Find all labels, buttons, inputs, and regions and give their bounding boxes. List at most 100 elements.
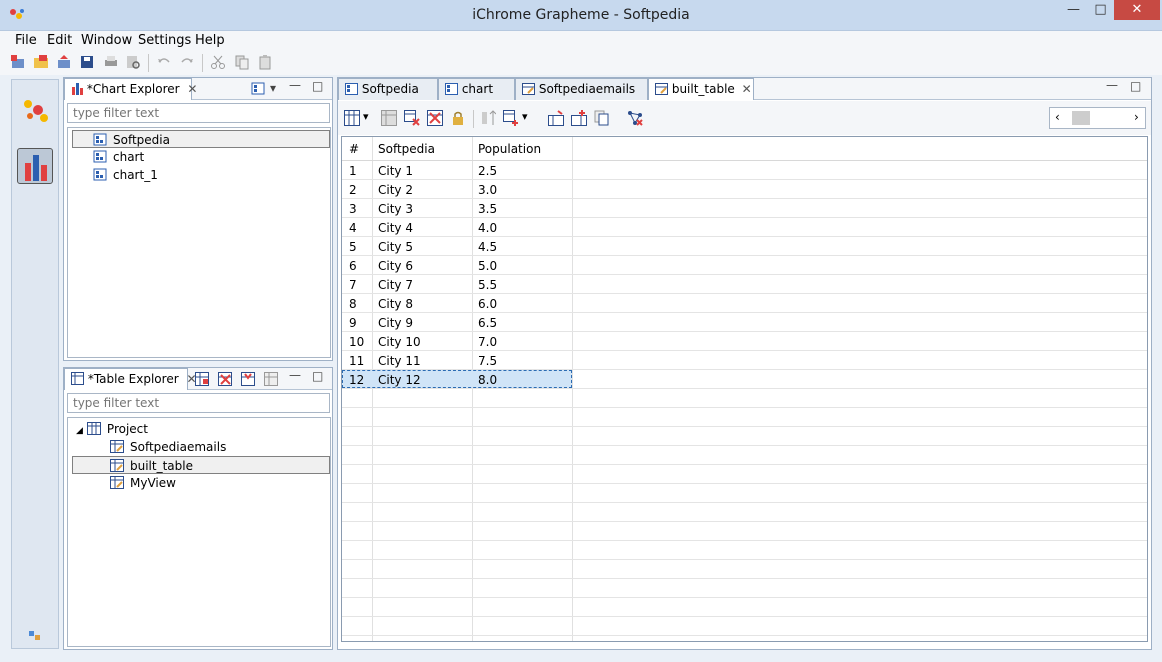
table-row[interactable] [342, 389, 1147, 408]
tab-softpediaemails[interactable]: Softpediaemails [515, 78, 648, 100]
table-row[interactable] [342, 617, 1147, 636]
table-row[interactable] [342, 503, 1147, 522]
row-index-cell[interactable]: 8 [349, 297, 357, 311]
table-settings-icon[interactable] [264, 372, 279, 386]
row-index-cell[interactable]: 9 [349, 316, 357, 330]
city-cell[interactable]: City 2 [378, 183, 413, 197]
column-header-index[interactable]: # [349, 142, 359, 156]
row-index-cell[interactable]: 2 [349, 183, 357, 197]
close-tab-icon[interactable]: ✕ [742, 82, 752, 96]
city-cell[interactable]: City 1 [378, 164, 413, 178]
city-cell[interactable]: City 3 [378, 202, 413, 216]
table-row[interactable] [342, 560, 1147, 579]
column-header-softpedia[interactable]: Softpedia [378, 142, 435, 156]
row-index-cell[interactable]: 5 [349, 240, 357, 254]
row-index-cell[interactable]: 11 [349, 354, 364, 368]
remove-column-icon[interactable] [404, 110, 420, 126]
population-cell[interactable]: 5.0 [478, 259, 497, 273]
minimize-panel-icon[interactable]: — [289, 368, 301, 382]
row-index-cell[interactable]: 4 [349, 221, 357, 235]
city-cell[interactable]: City 11 [378, 354, 421, 368]
minimize-panel-icon[interactable]: — [1106, 78, 1118, 92]
menu-settings[interactable]: Settings [138, 33, 191, 48]
table-row[interactable]: 6 City 6 5.0 [342, 256, 1147, 275]
close-button[interactable]: ✕ [1114, 0, 1160, 20]
population-cell[interactable]: 7.0 [478, 335, 497, 349]
tab-chart-explorer[interactable]: *Chart Explorer ✕ [64, 78, 197, 100]
chart-filter-input[interactable] [67, 103, 330, 123]
minimize-button[interactable]: — [1060, 0, 1087, 20]
lock-icon[interactable] [450, 110, 466, 126]
copy-table-icon[interactable] [594, 110, 610, 126]
tree-item-built-table[interactable]: built_table [72, 456, 330, 474]
open-perspective-icon[interactable] [28, 630, 42, 642]
population-cell[interactable]: 6.0 [478, 297, 497, 311]
table-row[interactable] [342, 579, 1147, 598]
undo-icon[interactable] [156, 54, 172, 70]
table-row[interactable] [342, 465, 1147, 484]
city-cell[interactable]: City 8 [378, 297, 413, 311]
table-row[interactable]: 8 City 8 6.0 [342, 294, 1147, 313]
chevron-down-icon[interactable]: ▾ [270, 81, 276, 95]
population-cell[interactable]: 6.5 [478, 316, 497, 330]
chevron-down-icon[interactable]: ▾ [522, 110, 528, 123]
tab-softpedia[interactable]: Softpedia [338, 78, 438, 100]
table-row[interactable] [342, 408, 1147, 427]
maximize-panel-icon[interactable]: □ [312, 79, 323, 93]
cut-icon[interactable] [210, 54, 226, 70]
tree-item-softpedia[interactable]: Softpedia [72, 130, 330, 148]
row-index-cell[interactable]: 12 [349, 373, 364, 387]
population-cell[interactable]: 4.5 [478, 240, 497, 254]
table-row[interactable] [342, 522, 1147, 541]
table-format-icon[interactable] [344, 110, 360, 126]
insert-column-left-icon[interactable] [548, 110, 564, 126]
table-row[interactable] [342, 427, 1147, 446]
population-cell[interactable]: 4.0 [478, 221, 497, 235]
maximize-button[interactable]: □ [1087, 0, 1114, 20]
population-cell[interactable]: 7.5 [478, 354, 497, 368]
scroll-left-icon[interactable]: ‹ [1055, 110, 1060, 124]
insert-column-right-icon[interactable] [571, 110, 587, 126]
tab-table-explorer[interactable]: *Table Explorer ✕ [64, 368, 197, 390]
city-cell[interactable]: City 7 [378, 278, 413, 292]
horizontal-scroller[interactable]: ‹ › [1049, 107, 1146, 129]
population-cell[interactable]: 3.5 [478, 202, 497, 216]
table-row[interactable]: 1 City 1 2.5 [342, 161, 1147, 180]
new-project-icon[interactable] [10, 54, 26, 70]
import-table-icon[interactable] [241, 372, 256, 386]
add-row-icon[interactable] [503, 110, 519, 126]
close-tab-icon[interactable]: ✕ [187, 82, 197, 96]
graph-perspective-icon[interactable] [20, 96, 50, 126]
table-row[interactable] [342, 484, 1147, 503]
row-index-cell[interactable]: 7 [349, 278, 357, 292]
row-index-cell[interactable]: 3 [349, 202, 357, 216]
table-row[interactable]: 3 City 3 3.5 [342, 199, 1147, 218]
maximize-panel-icon[interactable]: □ [1130, 79, 1141, 93]
row-index-cell[interactable]: 6 [349, 259, 357, 273]
import-icon[interactable] [56, 54, 72, 70]
city-cell[interactable]: City 5 [378, 240, 413, 254]
table-row[interactable]: 4 City 4 4.0 [342, 218, 1147, 237]
city-cell[interactable]: City 4 [378, 221, 413, 235]
tree-item-softpediaemails[interactable]: Softpediaemails [110, 438, 226, 456]
print-icon[interactable] [103, 54, 119, 70]
table-row[interactable]: 10 City 10 7.0 [342, 332, 1147, 351]
copy-icon[interactable] [234, 54, 250, 70]
tree-item-project[interactable]: ◢ Project [76, 420, 148, 438]
table-row[interactable]: 12 City 12 8.0 [342, 370, 1147, 389]
maximize-panel-icon[interactable]: □ [312, 369, 323, 383]
delete-table-icon[interactable] [218, 372, 233, 386]
open-folder-icon[interactable] [33, 54, 49, 70]
print-preview-icon[interactable] [125, 54, 141, 70]
population-cell[interactable]: 8.0 [478, 373, 497, 387]
city-cell[interactable]: City 10 [378, 335, 421, 349]
chart-link-icon[interactable] [627, 110, 643, 126]
row-index-cell[interactable]: 10 [349, 335, 364, 349]
menu-edit[interactable]: Edit [47, 33, 72, 48]
city-cell[interactable]: City 12 [378, 373, 421, 387]
city-cell[interactable]: City 9 [378, 316, 413, 330]
sort-icon[interactable] [480, 110, 496, 126]
scroll-right-icon[interactable]: › [1134, 110, 1139, 124]
tree-item-chart[interactable]: chart [93, 148, 144, 166]
table-row[interactable]: 7 City 7 5.5 [342, 275, 1147, 294]
